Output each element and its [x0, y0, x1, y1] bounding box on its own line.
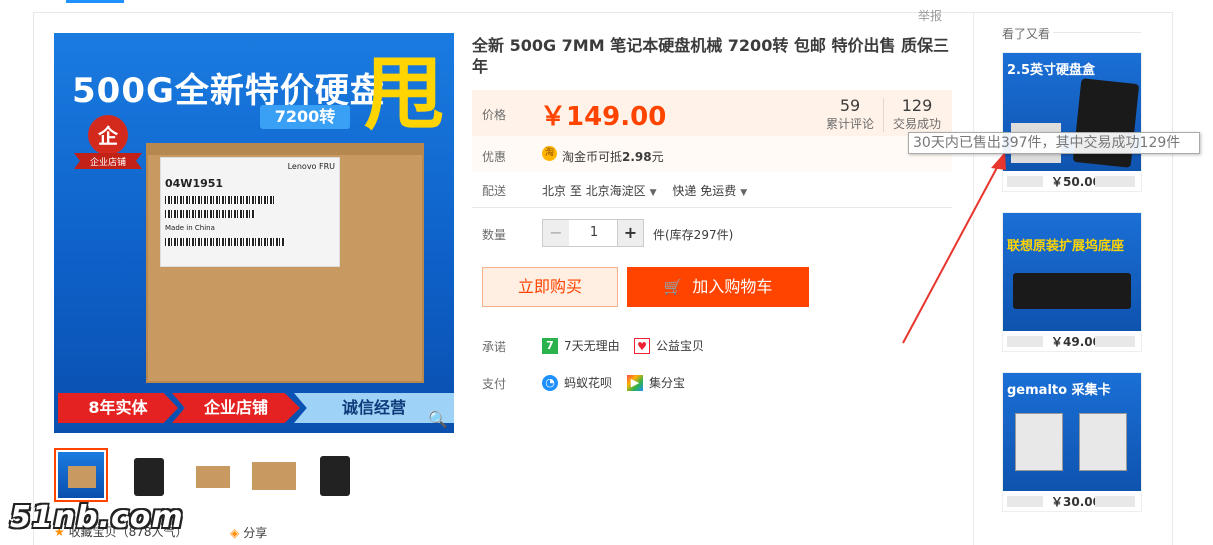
deals-stat[interactable]: 129 交易成功: [889, 96, 945, 132]
hdd-enclosure-image: [1072, 78, 1140, 168]
reviews-stat[interactable]: 59 累计评论: [822, 96, 878, 132]
barcode-icon: [165, 196, 275, 204]
sidebar-item-price: ￥50.00: [1051, 175, 1101, 189]
quantity-label: 数量: [482, 228, 507, 242]
promise-7day-label: 7天无理由: [564, 339, 620, 353]
reviews-label: 累计评论: [825, 117, 874, 131]
barcode-icon: [165, 238, 285, 246]
image-strip: 8年实体 企业店铺 诚信经营: [54, 393, 454, 423]
barcode-icon: [165, 210, 255, 218]
heart-icon: ♥: [634, 337, 650, 354]
zoom-icon[interactable]: 🔍: [428, 410, 448, 429]
pay-jifenbao[interactable]: ▶ 集分宝: [627, 374, 685, 391]
cart-icon: 🛒: [663, 278, 683, 296]
ship-from: 北京 至: [542, 184, 582, 198]
product-box-illustration: Lenovo FRU 04W1951 Made in China: [146, 143, 424, 383]
seven-day-icon: 7: [542, 337, 558, 354]
promo-row: 优惠 淘 淘金币可抵2.98元: [472, 136, 952, 172]
pay-huabei[interactable]: ◔ 蚂蚁花呗: [542, 374, 612, 391]
price-box: 价格 ￥149.00 59 累计评论 129 交易成功: [472, 90, 952, 136]
promise-charity[interactable]: ♥ 公益宝贝: [634, 337, 704, 354]
box-label-part-no: 04W1951: [165, 177, 224, 190]
share-button[interactable]: ◈ 分享: [230, 524, 267, 541]
svg-text:企: 企: [97, 124, 119, 148]
box-label: Lenovo FRU 04W1951 Made in China: [160, 157, 340, 267]
share-label: 分享: [243, 526, 268, 540]
box-label-brand: Lenovo FRU: [287, 162, 335, 171]
sidebar-title: 看了又看: [1002, 27, 1051, 41]
dock-image: [1013, 273, 1131, 309]
buy-now-button[interactable]: 立即购买: [482, 267, 618, 307]
sidebar-item-caption: gemalto 采集卡: [1007, 383, 1111, 398]
pay-huabei-label: 蚂蚁花呗: [564, 376, 613, 390]
badge-text: 企业店铺: [90, 156, 126, 168]
top-tab-indicator: [66, 0, 124, 3]
thumbnail-4[interactable]: [244, 448, 298, 502]
shipping-label: 配送: [482, 184, 507, 198]
sidebar-item-pricebar: ￥49.00: [1003, 331, 1141, 351]
quantity-plus-button[interactable]: +: [617, 220, 643, 246]
promise-7day[interactable]: 7 7天无理由: [542, 337, 620, 354]
promise-charity-label: 公益宝贝: [656, 339, 705, 353]
sidebar-item-3[interactable]: gemalto 采集卡 ￥30.00: [1002, 372, 1142, 512]
card-image: [1015, 413, 1063, 471]
sidebar-item-pricebar: ￥30.00: [1003, 491, 1141, 511]
report-link[interactable]: 举报: [918, 7, 942, 24]
chevron-down-icon: ▼: [649, 188, 657, 198]
site-watermark: 51nb.com: [10, 500, 184, 535]
sidebar-item-price: ￥49.00: [1051, 335, 1101, 349]
sidebar-item-2[interactable]: 联想原装扩展坞底座 ￥49.00: [1002, 212, 1142, 352]
reviews-count: 59: [839, 96, 861, 115]
shipping-info: 北京 至 北京海淀区 ▼ 快递 免运费 ▼: [542, 182, 759, 199]
deals-label: 交易成功: [892, 117, 941, 131]
strip-item-2: 企业店铺: [172, 393, 300, 423]
promo-label: 优惠: [482, 150, 507, 164]
promise-label: 承诺: [482, 340, 507, 354]
price-label: 价格: [482, 108, 507, 122]
stock-text: 件(库存297件): [653, 228, 734, 242]
card-image: [1079, 413, 1127, 471]
share-icon: ◈: [230, 526, 240, 540]
pay-label: 支付: [482, 377, 507, 391]
promo-text: 淘金币可抵2.98元: [562, 150, 664, 164]
quantity-stepper: − 1 +: [542, 219, 644, 247]
sidebar-title-line: [1053, 32, 1141, 33]
quantity-input[interactable]: 1: [570, 220, 618, 246]
thumbnail-5[interactable]: [306, 448, 360, 502]
deals-count: 129: [901, 96, 933, 115]
price-value: ￥149.00: [540, 102, 667, 132]
thumbnail-2[interactable]: [120, 448, 174, 502]
sidebar-item-price: ￥30.00: [1051, 495, 1101, 509]
enterprise-badge-icon: 企 企业店铺: [74, 115, 142, 169]
column-divider: [973, 12, 974, 545]
strip-item-1: 8年实体: [58, 393, 178, 423]
sidebar-item-caption: 联想原装扩展坞底座: [1007, 239, 1125, 254]
pay-jifenbao-label: 集分宝: [649, 376, 686, 390]
divider-line: [472, 207, 952, 208]
stat-divider: [883, 98, 884, 132]
image-big-char: 甩: [364, 48, 444, 141]
thumbnail-3[interactable]: [182, 448, 236, 502]
box-label-origin: Made in China: [165, 224, 215, 232]
add-to-cart-label: 加入购物车: [692, 277, 773, 296]
huabei-icon: ◔: [542, 374, 558, 391]
sidebar-item-caption: 2.5英寸硬盘盒: [1007, 63, 1096, 78]
image-speed-tag: 7200转: [260, 105, 350, 129]
sidebar-item-pricebar: ￥50.00: [1003, 171, 1141, 191]
ship-method-select[interactable]: 快递 免运费: [672, 184, 736, 198]
sales-tooltip: 30天内已售出397件，其中交易成功129件: [908, 132, 1200, 154]
ship-to-select[interactable]: 北京海淀区: [586, 184, 646, 198]
thumbnail-1[interactable]: [54, 448, 108, 502]
product-title: 全新 500G 7MM 笔记本硬盘机械 7200转 包邮 特价出售 质保三年: [472, 36, 950, 76]
taojinbi-icon: 淘: [542, 146, 557, 161]
quantity-minus-button[interactable]: −: [543, 220, 569, 246]
add-to-cart-button[interactable]: 🛒 加入购物车: [627, 267, 809, 307]
chevron-down-icon: ▼: [740, 188, 748, 198]
jifenbao-icon: ▶: [627, 374, 643, 391]
sidebar-item-1[interactable]: 2.5英寸硬盘盒 ￥50.00: [1002, 52, 1142, 192]
main-product-image[interactable]: 500G全新特价硬盘 7200转 甩 企 企业店铺 Lenovo FRU 04W…: [54, 33, 454, 433]
